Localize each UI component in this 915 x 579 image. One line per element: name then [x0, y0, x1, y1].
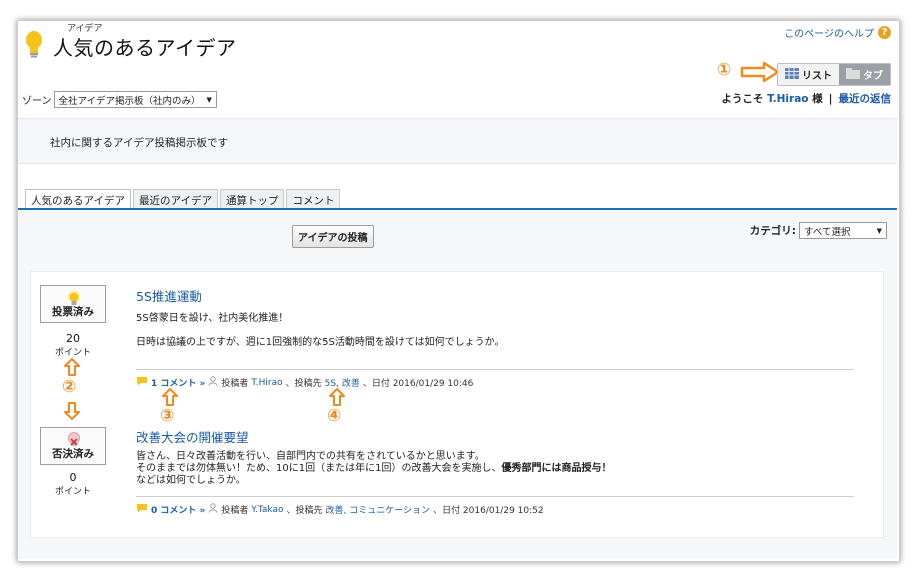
- zone-selector: ゾーン 全社アイデア掲示板（社内のみ） ▼: [22, 91, 217, 108]
- category-filter: カテゴリ: すべて選択 ▼: [750, 222, 887, 239]
- idea-body-line: 日時は協議の上ですが、週に1回強制的な5S活動時間を設けては如何でしょうか。: [136, 337, 505, 348]
- idea-date: 、日付 2016/01/29 10:46: [362, 379, 474, 389]
- zone-label: ゾーン: [22, 96, 52, 107]
- idea-body-text: そのままでは勿体無い！ため、10に1回（または年に1回）の改善大会を実施し、: [136, 463, 502, 474]
- welcome-bar: ようこそ T.Hirao 様 | 最近の返信: [721, 91, 891, 106]
- welcome-prefix: ようこそ: [721, 93, 764, 105]
- idea-body-line: 皆さん、日々改善活動を行い、自部門内での共有をされているかと思います。: [136, 451, 485, 462]
- arrow-down-icon: [64, 402, 80, 424]
- tab-view-button[interactable]: タブ: [839, 64, 890, 85]
- post-idea-button[interactable]: アイデアの投稿: [292, 225, 374, 248]
- comments-link[interactable]: 0 コメント »: [151, 503, 205, 516]
- list-icon: [785, 67, 799, 82]
- idea-title-link[interactable]: 5S推進運動: [136, 286, 202, 305]
- author-label: 投稿者: [221, 506, 249, 516]
- idea-body-line: 5S啓蒙日を設け、社内美化推進！: [136, 313, 289, 324]
- zone-description: 社内に関するアイデア投稿掲示板です: [50, 137, 228, 149]
- list-view-button[interactable]: リスト: [778, 64, 839, 85]
- comments-link[interactable]: 1 コメント »: [151, 376, 205, 389]
- zone-select-value: 全社アイデア掲示板（社内のみ）: [58, 95, 201, 107]
- idea-date: 、日付 2016/01/29 10:52: [433, 506, 544, 516]
- help-link-label[interactable]: このページのヘルプ: [784, 25, 874, 40]
- annotation-3: ③: [160, 406, 175, 426]
- category-links[interactable]: 改善, コミュニケーション: [326, 503, 431, 516]
- idea-body-line: そのままでは勿体無い！ため、10に1回（または年に1回）の改善大会を実施し、優秀…: [136, 463, 611, 475]
- idea-points: 0 ポイント: [40, 471, 106, 497]
- target-label: 、投稿先: [286, 506, 323, 516]
- help-icon[interactable]: ?: [878, 26, 891, 39]
- idea-meta: 1 コメント » 投稿者 T.Hirao 、投稿先 5S, 改善 、日付 2016/…: [136, 376, 473, 389]
- author-label: 投稿者: [221, 379, 249, 389]
- lightbulb-rejected-icon: [66, 431, 82, 455]
- page-title: 人気のあるアイデア: [53, 36, 237, 60]
- author-icon: [208, 376, 218, 389]
- category-select-value: すべて選択: [804, 226, 851, 238]
- target-label: 、投稿先: [285, 379, 322, 389]
- idea-meta: 0 コメント » 投稿者 Y.Takao 、投稿先 改善, コミュニケーション 、日…: [136, 503, 544, 516]
- idea-body-line: などは如何でしょうか。: [136, 475, 246, 486]
- idea-points: 20 ポイント: [40, 332, 106, 358]
- annotation-4: ④: [327, 406, 342, 426]
- author-icon: [208, 503, 218, 516]
- author-link[interactable]: T.Hirao: [251, 378, 282, 388]
- lightbulb-icon: [24, 30, 44, 64]
- arrow-right-icon: [740, 61, 780, 87]
- rejected-badge[interactable]: 否決済み: [40, 427, 106, 465]
- ideas-list: [30, 271, 884, 538]
- recent-replies-link[interactable]: 最近の返信: [839, 93, 892, 105]
- comment-bubble-icon: [136, 503, 148, 516]
- points-label: ポイント: [54, 487, 91, 497]
- voted-badge[interactable]: 投票済み: [40, 285, 106, 323]
- tab-view-label: タブ: [863, 71, 883, 82]
- points-value: 20: [66, 332, 80, 345]
- points-value: 0: [69, 471, 77, 484]
- view-toggle: リスト タブ: [777, 63, 891, 86]
- author-link[interactable]: Y.Takao: [251, 505, 283, 515]
- user-link[interactable]: T.Hirao: [767, 93, 808, 105]
- welcome-suffix: 様: [812, 93, 823, 105]
- help-link[interactable]: このページのヘルプ ?: [784, 25, 891, 40]
- dropdown-arrow-icon: ▼: [206, 95, 212, 104]
- lightbulb-lit-icon: [66, 290, 82, 312]
- category-select[interactable]: すべて選択 ▼: [799, 222, 887, 239]
- annotation-1: ①: [717, 60, 732, 80]
- zone-select[interactable]: 全社アイデア掲示板（社内のみ） ▼: [53, 91, 217, 108]
- idea-body-bold: 優秀部門には商品授与！: [501, 463, 612, 474]
- points-label: ポイント: [54, 348, 91, 358]
- dropdown-arrow-icon: ▼: [876, 226, 882, 235]
- divider: [136, 369, 854, 370]
- comment-bubble-icon: [136, 376, 148, 389]
- annotation-2: ②: [62, 377, 77, 397]
- idea-title-link[interactable]: 改善大会の開催要望: [136, 427, 249, 446]
- category-label: カテゴリ:: [749, 225, 796, 237]
- folder-icon: [846, 67, 860, 82]
- welcome-separator: |: [828, 93, 833, 105]
- divider: [136, 496, 854, 497]
- list-view-label: リスト: [802, 71, 832, 82]
